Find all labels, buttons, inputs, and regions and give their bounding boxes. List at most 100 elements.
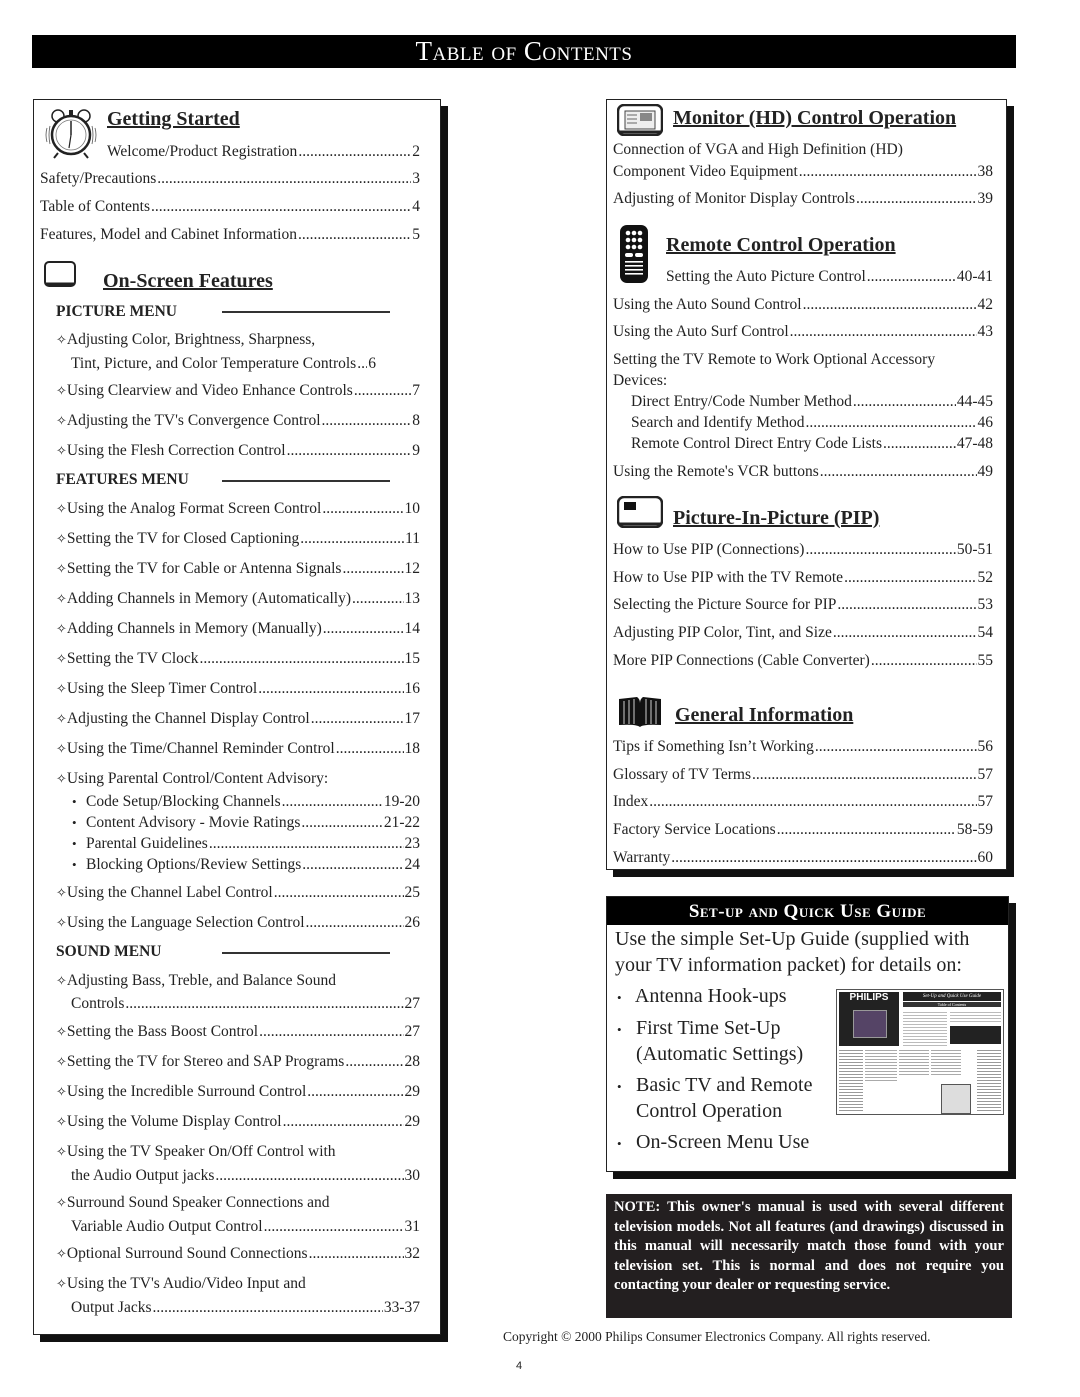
thumb-text-block xyxy=(931,1048,961,1076)
toc-entry[interactable]: Using the Auto Surf Control43 xyxy=(613,323,993,341)
toc-entry[interactable]: Component Video Equipment38 xyxy=(613,163,993,181)
toc-entry[interactable]: ✧Using the Incredible Surround Control29 xyxy=(56,1083,420,1101)
title-bar: Table of Contents xyxy=(32,35,1016,68)
toc-entry-first-line[interactable]: ✧Using the TV's Audio/Video Input and xyxy=(56,1275,306,1293)
thumb-text-block xyxy=(977,1048,1001,1112)
toc-entry[interactable]: ✧Using the Channel Label Control25 xyxy=(56,884,420,902)
section-heading-on-screen-features[interactable]: On-Screen Features xyxy=(103,270,273,293)
monitor-icon xyxy=(617,104,663,136)
toc-entry[interactable]: Safety/Precautions3 xyxy=(40,170,420,188)
section-heading-monitor[interactable]: Monitor (HD) Control Operation xyxy=(673,107,956,130)
section-heading-pip[interactable]: Picture-In-Picture (PIP) xyxy=(673,507,879,530)
toc-subentry[interactable]: •Parental Guidelines23 xyxy=(72,835,420,853)
toc-entry[interactable]: Factory Service Locations58-59 xyxy=(613,821,993,839)
toc-entry[interactable]: ✧ Using the Time/Channel Reminder Control… xyxy=(56,740,420,758)
guide-list-item: • On-Screen Menu Use xyxy=(617,1131,810,1153)
toc-entry[interactable]: Tips if Something Isn’t Working56 xyxy=(613,738,993,756)
toc-entry[interactable]: Features, Model and Cabinet Information5 xyxy=(40,226,420,244)
toc-entry-first-line[interactable]: ✧Adjusting Color, Brightness, Sharpness, xyxy=(56,331,315,349)
page-title: Table of Contents xyxy=(415,36,633,66)
setup-guide-heading: Set-up and Quick Use Guide xyxy=(607,897,1008,925)
toc-entry-continuation: Devices: xyxy=(613,372,668,389)
thumb-title: Set-Up and Quick Use Guide xyxy=(903,992,1001,1001)
toc-entry[interactable]: Using the Auto Sound Control42 xyxy=(613,296,993,314)
thumb-tv-diagram xyxy=(941,1084,971,1114)
toc-entry[interactable]: How to Use PIP with the TV Remote52 xyxy=(613,569,993,587)
toc-entry[interactable]: Glossary of TV Terms57 xyxy=(613,766,993,784)
toc-entry[interactable]: ✧ Adding Channels in Memory (Automaticall… xyxy=(56,590,420,608)
toc-entry[interactable]: ✧Using the Analog Format Screen Control1… xyxy=(56,500,420,518)
toc-entry[interactable]: ✧ Setting the TV for Cable or Antenna Sig… xyxy=(56,560,420,578)
toc-subentry[interactable]: Direct Entry/Code Number Method44-45 xyxy=(631,393,993,411)
toc-entry-first-line[interactable]: Setting the TV Remote to Work Optional A… xyxy=(613,351,935,369)
setup-guide-box: Set-up and Quick Use Guide Use the simpl… xyxy=(606,896,1009,1172)
thumb-text-block xyxy=(903,1010,947,1046)
toc-entry[interactable]: ✧Using the Sleep Timer Control16 xyxy=(56,680,420,698)
toc-entry[interactable]: Warranty60 xyxy=(613,849,993,867)
guide-list-item: • Antenna Hook-ups xyxy=(617,985,787,1007)
toc-subentry[interactable]: Search and Identify Method46 xyxy=(631,414,993,432)
toc-entry[interactable]: ✧ Using Clearview and Video Enhance Contr… xyxy=(56,382,420,400)
alarm-clock-icon xyxy=(45,109,97,159)
toc-entry[interactable]: Adjusting PIP Color, Tint, and Size54 xyxy=(613,624,993,642)
toc-entry-first-line[interactable]: ✧Using the TV Speaker On/Off Control wit… xyxy=(56,1143,336,1161)
menu-heading-picture: PICTURE MENU xyxy=(56,303,177,320)
toc-entry[interactable]: Setting the Auto Picture Control40-41 xyxy=(666,268,993,286)
right-toc-box: Monitor (HD) Control Operation Connectio… xyxy=(606,99,1007,870)
toc-entry[interactable]: Welcome/Product Registration2 xyxy=(107,143,420,161)
thumb-cover: PHILIPS xyxy=(839,992,899,1046)
toc-entry[interactable]: Variable Audio Output Control31 xyxy=(71,1218,420,1236)
toc-subentry[interactable]: •Code Setup/Blocking Channels19-20 xyxy=(72,793,420,811)
thumb-note-block xyxy=(950,1026,1001,1044)
thumb-tv-image xyxy=(853,1010,887,1038)
section-heading-general[interactable]: General Information xyxy=(675,704,853,727)
guide-intro-line: your TV information packet) for details … xyxy=(615,954,962,976)
menu-heading-features: FEATURES MENU xyxy=(56,471,189,488)
toc-entry[interactable]: ✧Using the Volume Display Control29 xyxy=(56,1113,420,1131)
toc-entry[interactable]: Index57 xyxy=(613,793,993,811)
divider xyxy=(222,311,390,313)
guide-list-item-cont: (Automatic Settings) xyxy=(636,1043,804,1065)
section-heading-getting-started[interactable]: Getting Started xyxy=(107,108,240,131)
toc-entry[interactable]: ✧Adding Channels in Memory (Manually)14 xyxy=(56,620,420,638)
toc-entry[interactable]: ✧Setting the TV for Closed Captioning11 xyxy=(56,530,420,548)
toc-subentry[interactable]: Remote Control Direct Entry Code Lists47… xyxy=(631,435,993,453)
toc-entry[interactable]: Output Jacks33-37 xyxy=(71,1299,420,1317)
toc-subentry[interactable]: •Content Advisory - Movie Ratings21-22 xyxy=(72,814,420,832)
toc-entry[interactable]: Table of Contents4 xyxy=(40,198,420,216)
thumb-text-block xyxy=(865,1048,897,1082)
toc-entry[interactable]: Tint, Picture, and Color Temperature Con… xyxy=(71,355,420,373)
toc-entry[interactable]: More PIP Connections (Cable Converter)55 xyxy=(613,652,993,670)
toc-entry-first-line[interactable]: ✧Adjusting Bass, Treble, and Balance Sou… xyxy=(56,972,336,990)
divider xyxy=(222,480,390,482)
thumb-brand: PHILIPS xyxy=(849,992,889,1003)
toc-entry[interactable]: ✧Using the Language Selection Control26 xyxy=(56,914,420,932)
page-number: 4 xyxy=(516,1360,523,1372)
toc-entry[interactable]: ✧Using the Flesh Correction Control9 xyxy=(56,442,420,460)
toc-entry[interactable]: Controls27 xyxy=(71,995,420,1013)
toc-entry-first-line[interactable]: ✧Using Parental Control/Content Advisory… xyxy=(56,770,328,788)
toc-entry[interactable]: ✧Adjusting the TV's Convergence Control8 xyxy=(56,412,420,430)
toc-entry[interactable]: ✧Adjusting the Channel Display Control17 xyxy=(56,710,420,728)
thumb-text-block xyxy=(899,1048,929,1076)
toc-entry[interactable]: Using the Remote's VCR buttons49 xyxy=(613,463,993,481)
note-box: NOTE: This owner's manual is used with s… xyxy=(606,1194,1012,1318)
guide-list-item-cont: Control Operation xyxy=(636,1100,783,1122)
divider xyxy=(222,952,390,954)
toc-entry-first-line[interactable]: ✧Surround Sound Speaker Connections and xyxy=(56,1194,330,1212)
toc-entry[interactable]: ✧Setting the Bass Boost Control27 xyxy=(56,1023,420,1041)
section-heading-remote[interactable]: Remote Control Operation xyxy=(666,234,896,257)
thumb-text-block xyxy=(839,1048,863,1112)
toc-entry[interactable]: Adjusting of Monitor Display Controls39 xyxy=(613,190,993,208)
toc-entry[interactable]: the Audio Output jacks30 xyxy=(71,1167,420,1185)
remote-control-icon xyxy=(620,225,648,283)
toc-entry-first-line[interactable]: Connection of VGA and High Definition (H… xyxy=(613,141,903,159)
toc-entry[interactable]: ✧ Setting the TV for Stereo and SAP Progr… xyxy=(56,1053,420,1071)
toc-entry[interactable]: Selecting the Picture Source for PIP53 xyxy=(613,596,993,614)
pip-screen-icon xyxy=(617,496,663,528)
toc-entry[interactable]: ✧Setting the TV Clock15 xyxy=(56,650,420,668)
toc-subentry[interactable]: •Blocking Options/Review Settings24 xyxy=(72,856,420,874)
open-book-icon xyxy=(619,697,661,727)
toc-entry[interactable]: How to Use PIP (Connections)50-51 xyxy=(613,541,993,559)
toc-entry[interactable]: ✧Optional Surround Sound Connections32 xyxy=(56,1245,420,1263)
